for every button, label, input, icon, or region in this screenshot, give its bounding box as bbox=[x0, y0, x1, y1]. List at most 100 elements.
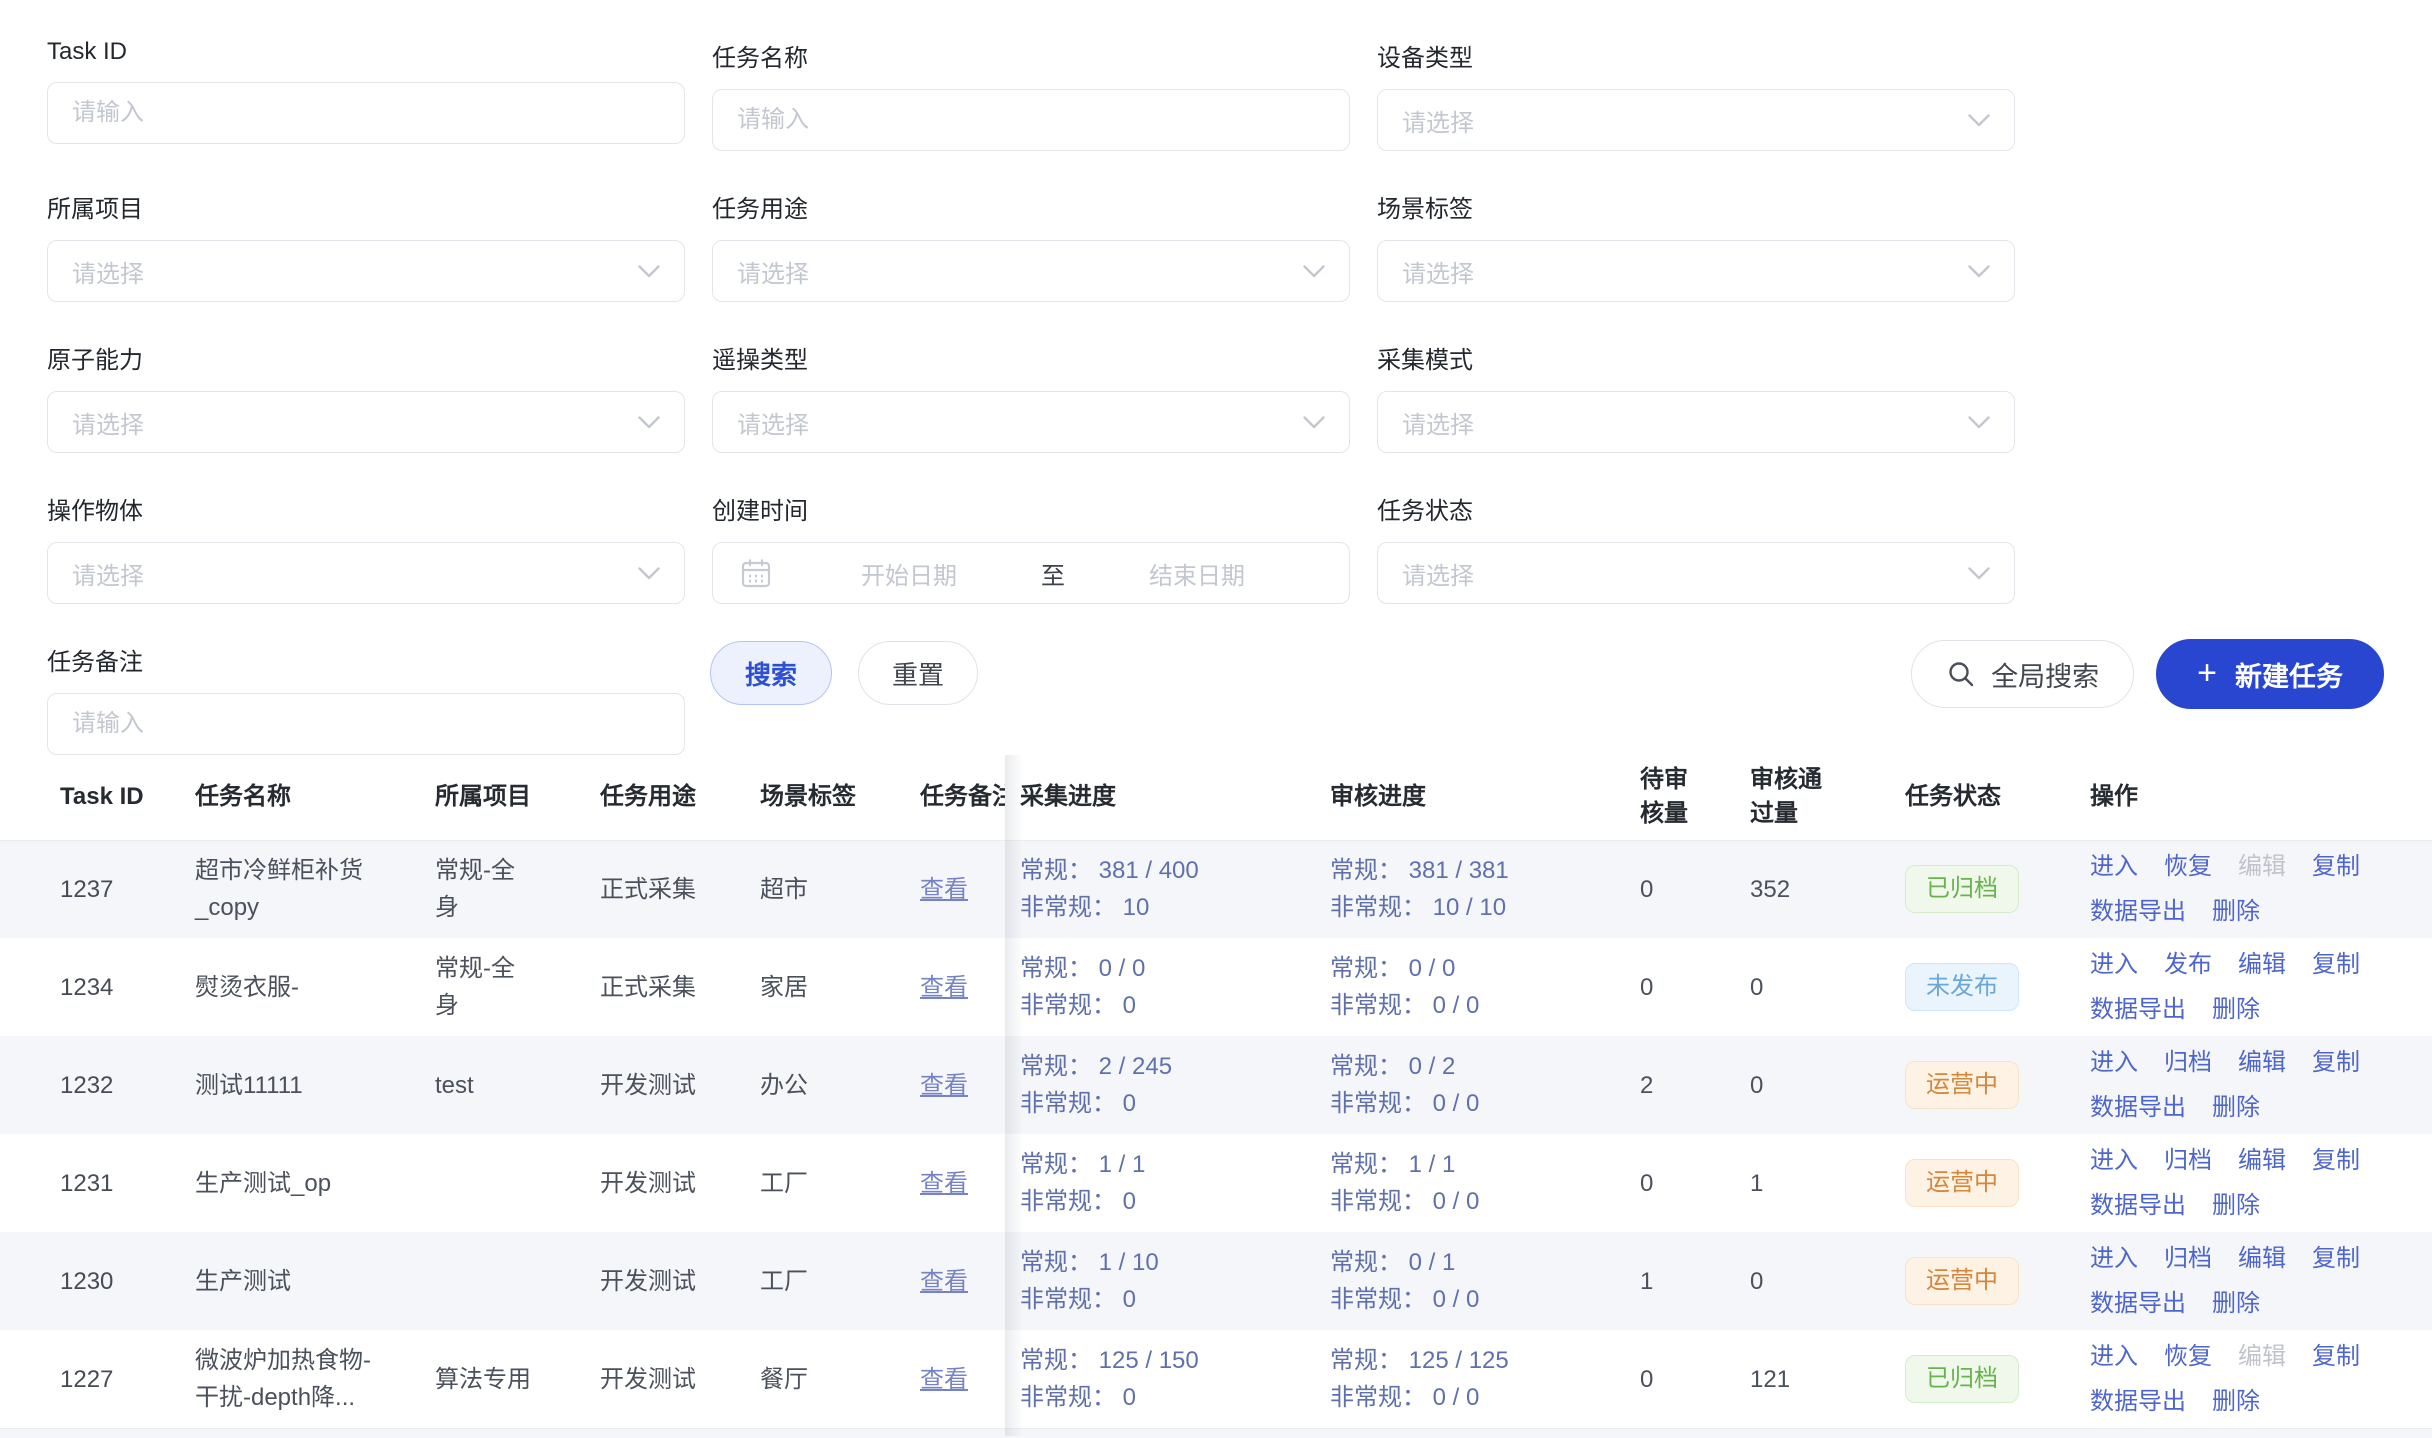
filter-field-label: 采集模式 bbox=[1377, 340, 2015, 375]
filter-daterange[interactable]: 开始日期 至 结束日期 bbox=[712, 542, 1350, 604]
cell-scene-tag: 工厂 bbox=[760, 1232, 920, 1330]
action-link[interactable]: 删除 bbox=[2212, 1285, 2260, 1322]
action-link[interactable]: 复制 bbox=[2312, 1044, 2360, 1081]
action-link[interactable]: 复制 bbox=[2312, 946, 2360, 983]
progress-line: 非常规： 10 bbox=[1020, 889, 1310, 926]
filter-field: 创建时间 开始日期 至 结束日期 bbox=[712, 491, 1350, 604]
filter-field: 采集模式 请选择 bbox=[1377, 340, 2015, 453]
select-placeholder: 请选择 bbox=[1402, 405, 1474, 440]
filter-text-input[interactable] bbox=[47, 82, 685, 144]
row-actions: 进入恢复编辑复制数据导出删除 bbox=[2090, 1338, 2392, 1420]
action-link[interactable]: 进入 bbox=[2090, 1240, 2138, 1277]
action-link[interactable]: 发布 bbox=[2164, 946, 2212, 983]
cell-task-id: 1230 bbox=[0, 1232, 195, 1330]
cell-actions: 进入恢复编辑复制数据导出删除 bbox=[2090, 1330, 2432, 1428]
action-link[interactable]: 归档 bbox=[2164, 1240, 2212, 1277]
new-task-label: 新建任务 bbox=[2235, 655, 2343, 694]
global-search-button[interactable]: 全局搜索 bbox=[1911, 640, 2134, 708]
filter-select[interactable]: 请选择 bbox=[1377, 89, 2015, 151]
action-link[interactable]: 恢复 bbox=[2164, 848, 2212, 885]
filter-text-input[interactable] bbox=[47, 693, 685, 755]
filter-field: 场景标签 请选择 bbox=[1377, 189, 2015, 302]
filter-select[interactable]: 请选择 bbox=[47, 542, 685, 604]
cell-purpose: 开发测试 bbox=[600, 1134, 760, 1232]
action-link[interactable]: 删除 bbox=[2212, 991, 2260, 1028]
filter-text-input[interactable] bbox=[712, 89, 1350, 151]
action-link[interactable]: 归档 bbox=[2164, 1142, 2212, 1179]
action-link[interactable]: 数据导出 bbox=[2090, 1187, 2186, 1224]
action-link[interactable]: 删除 bbox=[2212, 893, 2260, 930]
cell-task-id: 1227 bbox=[0, 1330, 195, 1428]
filter-select[interactable]: 请选择 bbox=[1377, 240, 2015, 302]
table-row: 1230生产测试开发测试工厂查看常规： 1 / 10非常规： 0常规： 0 / … bbox=[0, 1232, 2432, 1330]
action-link[interactable]: 进入 bbox=[2090, 1142, 2138, 1179]
action-link[interactable]: 编辑 bbox=[2238, 1142, 2286, 1179]
cell-project: test bbox=[435, 1036, 600, 1134]
filter-select[interactable]: 请选择 bbox=[1377, 391, 2015, 453]
cell-passed-count: 121 bbox=[1750, 1330, 1905, 1428]
action-link[interactable]: 复制 bbox=[2312, 848, 2360, 885]
action-link[interactable]: 复制 bbox=[2312, 1240, 2360, 1277]
cell-collect-progress: 常规： 1 / 10非常规： 0 bbox=[1005, 1232, 1330, 1330]
progress-line: 常规： 2 / 245 bbox=[1020, 1048, 1310, 1085]
action-link[interactable]: 数据导出 bbox=[2090, 991, 2186, 1028]
table-header: Task ID任务名称所属项目任务用途场景标签任务备注采集进度审核进度待审核量审… bbox=[0, 755, 2432, 840]
action-link[interactable]: 编辑 bbox=[2238, 1044, 2286, 1081]
action-link: 编辑 bbox=[2238, 1338, 2286, 1375]
action-link[interactable]: 删除 bbox=[2212, 1089, 2260, 1126]
action-link[interactable]: 删除 bbox=[2212, 1187, 2260, 1224]
action-link[interactable]: 进入 bbox=[2090, 946, 2138, 983]
action-link[interactable]: 进入 bbox=[2090, 848, 2138, 885]
cell-purpose: 正式采集 bbox=[600, 840, 760, 938]
column-header: 审核通过量 bbox=[1750, 755, 1905, 840]
action-link[interactable]: 进入 bbox=[2090, 1338, 2138, 1375]
cell-scene-tag: 餐厅 bbox=[760, 1330, 920, 1428]
action-link[interactable]: 数据导出 bbox=[2090, 893, 2186, 930]
cell-task-name: 超市冷鲜柜补货_copy bbox=[195, 840, 435, 938]
view-remark-link[interactable]: 查看 bbox=[920, 1268, 968, 1295]
action-link[interactable]: 归档 bbox=[2164, 1044, 2212, 1081]
action-link[interactable]: 进入 bbox=[2090, 1044, 2138, 1081]
filter-field: Task ID bbox=[47, 38, 685, 151]
view-remark-link[interactable]: 查看 bbox=[920, 974, 968, 1001]
action-link[interactable]: 数据导出 bbox=[2090, 1285, 2186, 1322]
progress-line: 非常规： 0 / 0 bbox=[1330, 987, 1600, 1024]
filter-select[interactable]: 请选择 bbox=[712, 240, 1350, 302]
filter-select[interactable]: 请选择 bbox=[1377, 542, 2015, 604]
view-remark-link[interactable]: 查看 bbox=[920, 1072, 968, 1099]
action-link[interactable]: 编辑 bbox=[2238, 946, 2286, 983]
cell-actions: 进入归档编辑复制数据导出删除 bbox=[2090, 1134, 2432, 1232]
calendar-icon bbox=[739, 556, 773, 590]
action-link[interactable]: 恢复 bbox=[2164, 1338, 2212, 1375]
view-remark-link[interactable]: 查看 bbox=[920, 1170, 968, 1197]
cell-remark: 查看 bbox=[920, 938, 1005, 1036]
action-link[interactable]: 删除 bbox=[2212, 1383, 2260, 1420]
cell-status: 运营中 bbox=[1905, 1036, 2090, 1134]
cell-scene-tag: 工厂 bbox=[760, 1134, 920, 1232]
select-placeholder: 请选择 bbox=[1402, 254, 1474, 289]
action-link[interactable]: 复制 bbox=[2312, 1142, 2360, 1179]
select-placeholder: 请选择 bbox=[72, 405, 144, 440]
action-link[interactable]: 复制 bbox=[2312, 1338, 2360, 1375]
task-name: 生产测试_op bbox=[195, 1165, 373, 1202]
cell-remark: 查看 bbox=[920, 1036, 1005, 1134]
filter-select[interactable]: 请选择 bbox=[47, 240, 685, 302]
view-remark-link[interactable]: 查看 bbox=[920, 876, 968, 903]
daterange-separator: 至 bbox=[1041, 556, 1065, 591]
filter-field: 原子能力 请选择 bbox=[47, 340, 685, 453]
reset-button[interactable]: 重置 bbox=[858, 641, 978, 705]
filter-select[interactable]: 请选择 bbox=[712, 391, 1350, 453]
filter-field-label: 场景标签 bbox=[1377, 189, 2015, 224]
cell-review-progress: 常规： 0 / 2非常规： 0 / 0 bbox=[1330, 1036, 1640, 1134]
action-link[interactable]: 数据导出 bbox=[2090, 1383, 2186, 1420]
table-row: 1227微波炉加热食物-干扰-depth降...算法专用开发测试餐厅查看常规： … bbox=[0, 1330, 2432, 1428]
filter-select[interactable]: 请选择 bbox=[47, 391, 685, 453]
new-task-button[interactable]: + 新建任务 bbox=[2156, 639, 2384, 709]
column-header: 所属项目 bbox=[435, 755, 600, 840]
search-button[interactable]: 搜索 bbox=[710, 641, 832, 705]
action-link[interactable]: 数据导出 bbox=[2090, 1089, 2186, 1126]
action-link[interactable]: 编辑 bbox=[2238, 1240, 2286, 1277]
progress-line: 非常规： 0 / 0 bbox=[1330, 1183, 1600, 1220]
chevron-down-icon bbox=[1968, 265, 1990, 278]
view-remark-link[interactable]: 查看 bbox=[920, 1366, 968, 1393]
